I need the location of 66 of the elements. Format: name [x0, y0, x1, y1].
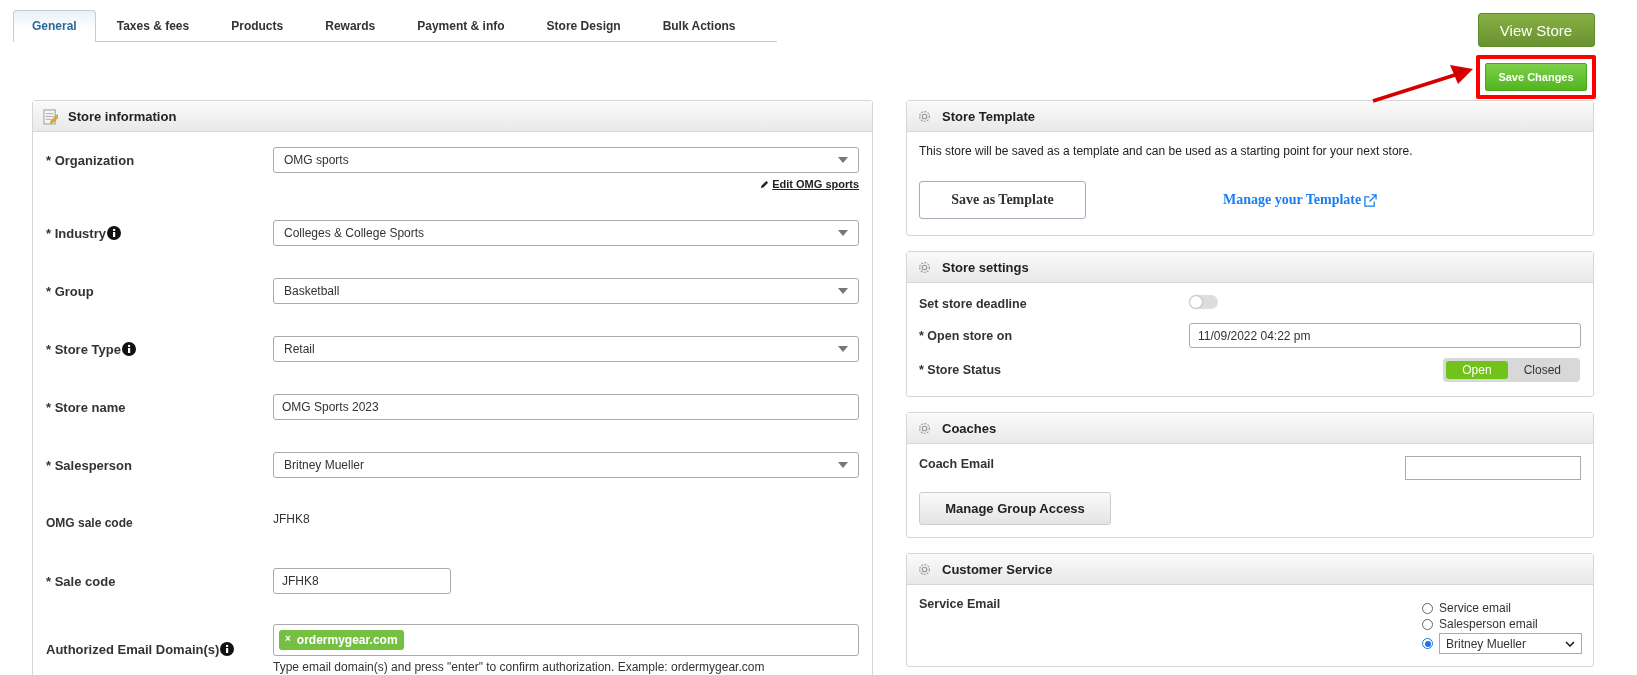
notepad-icon [43, 107, 58, 125]
dropdown-caret-icon [838, 462, 848, 468]
external-link-icon [1364, 193, 1378, 207]
field-label: * Organization [46, 153, 135, 168]
tab[interactable]: General [13, 10, 96, 42]
status-option[interactable]: Closed [1507, 361, 1577, 379]
tab[interactable]: Bulk Actions [641, 10, 757, 42]
dropdown-caret-icon [838, 346, 848, 352]
dropdown[interactable]: Britney Mueller [273, 452, 859, 478]
gear-icon [917, 259, 932, 275]
dropdown[interactable]: Retail [273, 336, 859, 362]
field-label: * Sale code [46, 573, 116, 589]
edit-organization-link[interactable]: Edit OMG sports [772, 178, 859, 190]
dropdown[interactable]: Basketball [273, 278, 859, 304]
panel-title: Store Template [942, 108, 1035, 124]
field-label: Service Email [919, 597, 1001, 613]
dropdown-caret-icon [838, 288, 848, 294]
panel-title: Store information [68, 108, 177, 124]
toggle-switch[interactable] [1189, 295, 1218, 309]
tab[interactable]: Products [210, 10, 305, 42]
radio-label[interactable]: Salesperson email [1439, 617, 1538, 631]
coach-email-field[interactable] [1405, 456, 1581, 480]
dropdown[interactable]: Colleges & College Sports [273, 220, 859, 246]
tab[interactable]: Rewards [304, 10, 397, 42]
dropdown[interactable]: OMG sports [273, 147, 859, 173]
field-label: * Salesperson [46, 457, 132, 473]
text-field[interactable]: JFHK8 [273, 568, 451, 594]
tab[interactable]: Payment & info [396, 10, 526, 42]
tab[interactable]: Taxes & fees [95, 10, 211, 42]
field-label: * Open store on [919, 328, 1014, 343]
manage-group-access-button[interactable]: Manage Group Access [919, 492, 1111, 525]
field-label: * Store Status [919, 363, 1002, 377]
field-label: OMG sale code [46, 516, 133, 530]
panel-title: Coaches [942, 420, 997, 436]
gear-icon [917, 420, 932, 436]
dropdown-caret-icon [838, 230, 848, 236]
tab[interactable]: Store Design [525, 10, 642, 42]
field-label: * Store Type [46, 341, 121, 357]
save-as-template-button[interactable]: Save as Template [919, 181, 1086, 219]
gear-icon [917, 561, 932, 577]
text-field[interactable]: OMG Sports 2023 [273, 394, 859, 420]
radio-button[interactable] [1422, 618, 1433, 630]
radio-label[interactable]: Service email [1439, 601, 1512, 615]
description-text: This store will be saved as a template and can be used as a starting point for your next store. [919, 144, 1414, 158]
field-label: Set store deadline [919, 297, 1028, 311]
field-label: * Industry [46, 225, 106, 241]
dropdown-caret-icon [838, 157, 848, 163]
field-label: * Group [46, 283, 94, 299]
info-icon [121, 342, 136, 356]
dropdown[interactable]: Britney Mueller [1439, 633, 1582, 654]
field-label: * Store name [46, 399, 126, 415]
pencil-icon [760, 179, 770, 189]
hint-text: Type email domain(s) and press "enter" to confirm authorization. Example: ordermygear.com [273, 660, 766, 674]
panel-title: Store settings [942, 259, 1029, 275]
radio-button[interactable] [1422, 602, 1433, 614]
info-icon [220, 642, 235, 656]
gear-icon [917, 108, 932, 124]
field-label: Authorized Email Domain(s) [46, 641, 220, 657]
chevron-down-icon [1565, 640, 1575, 647]
manage-template-link[interactable]: Manage your Template [1223, 192, 1378, 208]
field-label: Coach Email [919, 457, 995, 471]
info-icon [106, 226, 121, 240]
field-value: JFHK8 [273, 512, 311, 526]
panel-title: Customer Service [942, 561, 1053, 577]
radio-button[interactable] [1422, 638, 1433, 649]
date-field[interactable]: 11/09/2022 04:22 pm [1189, 323, 1581, 348]
